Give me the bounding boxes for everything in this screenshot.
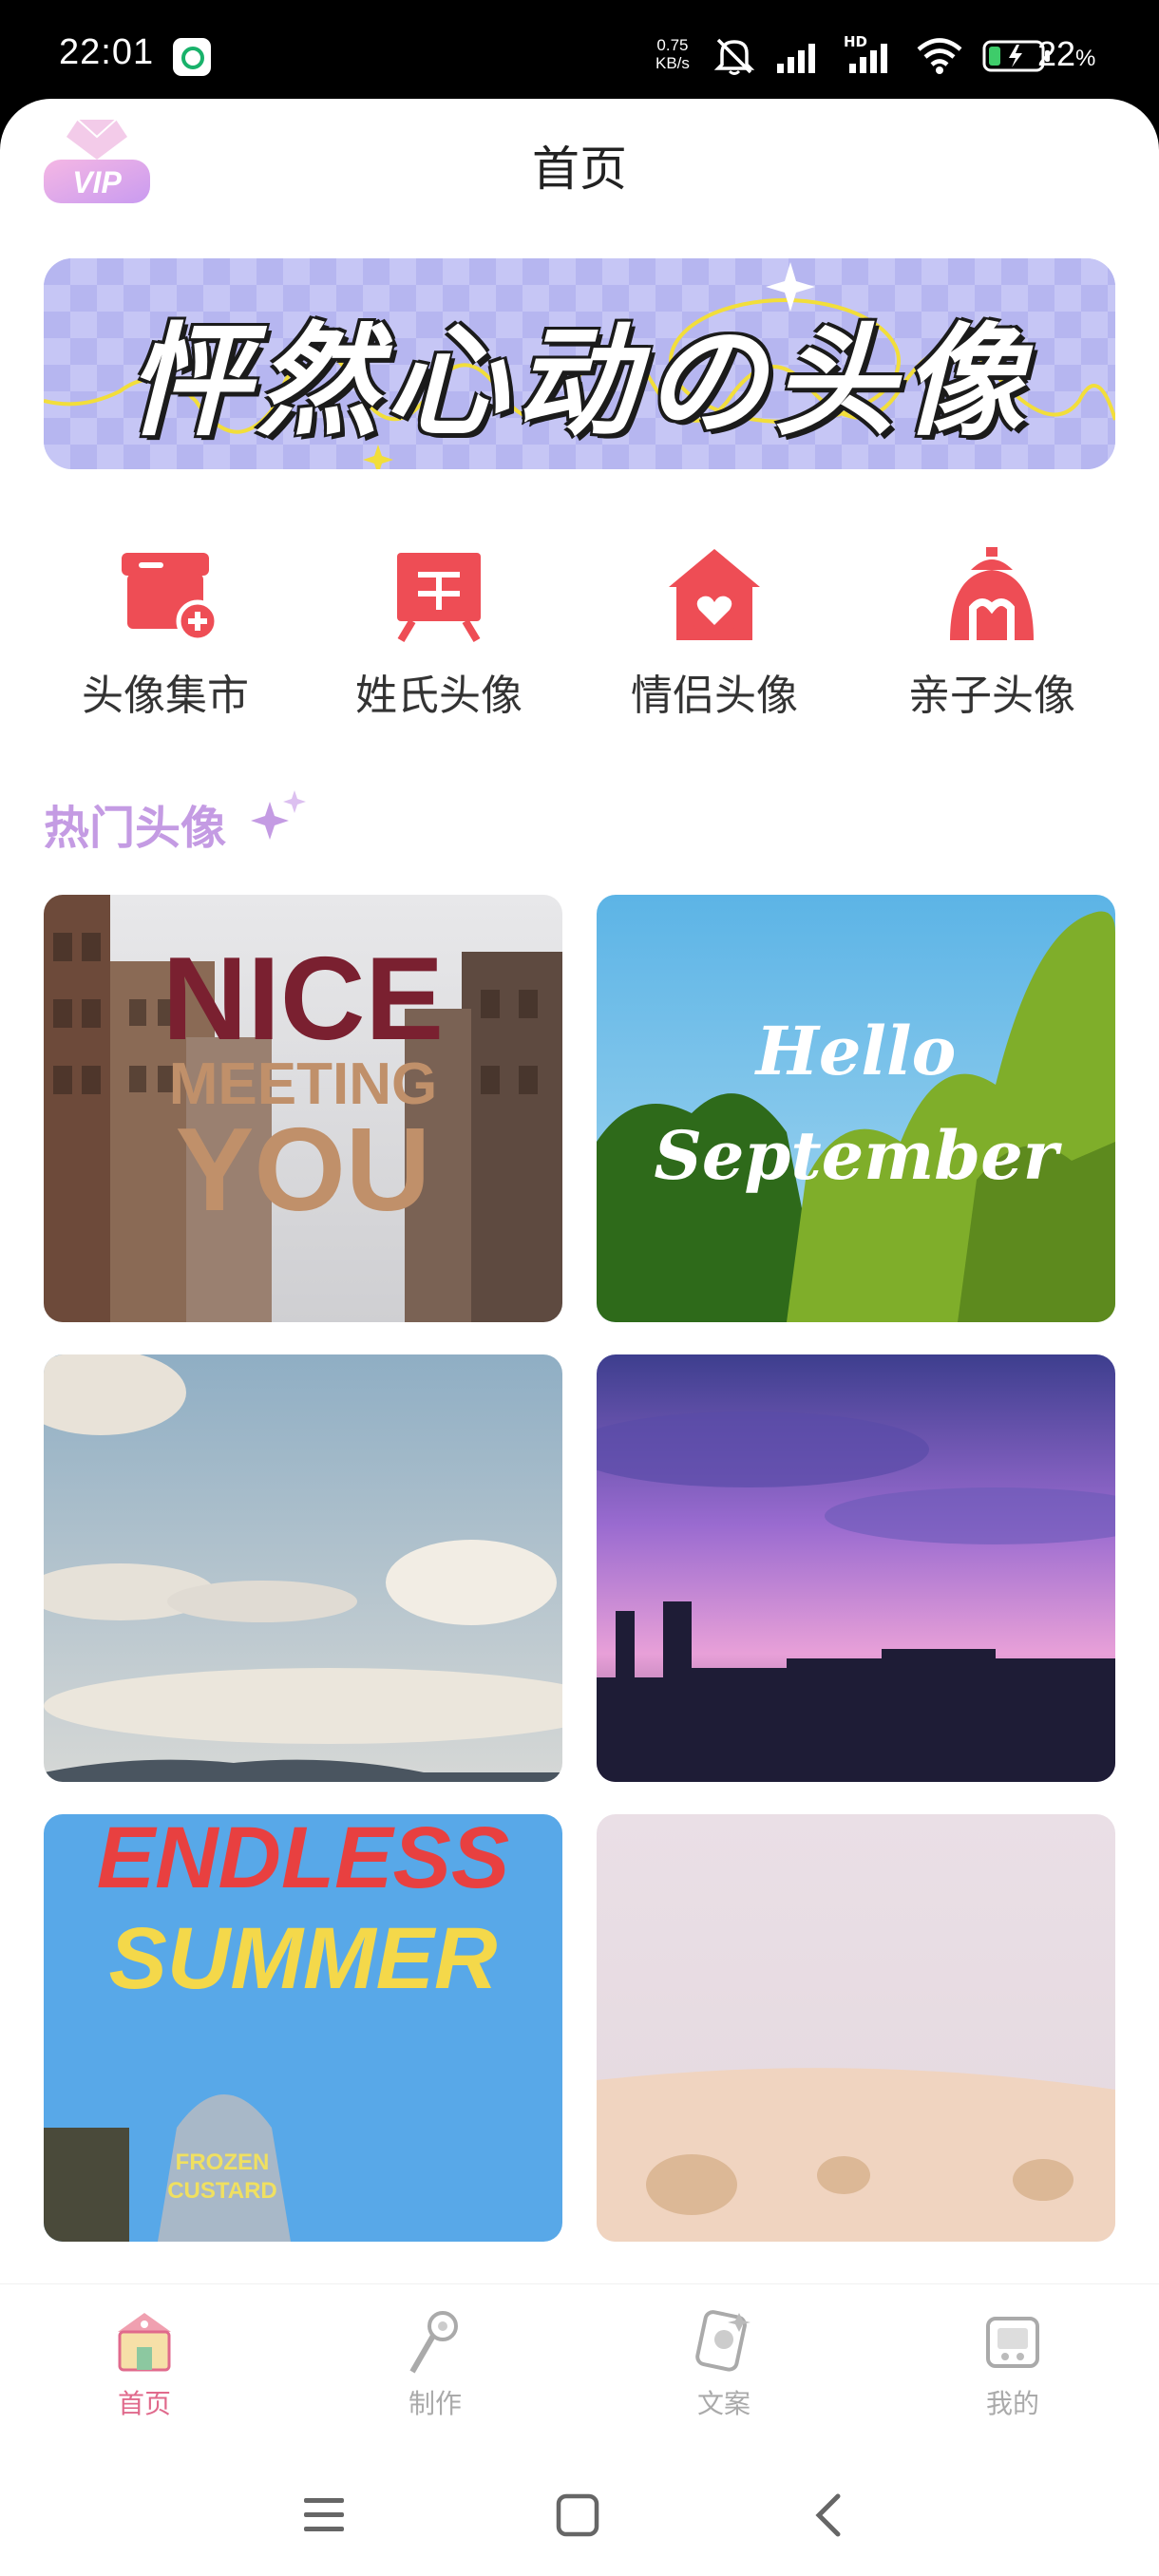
avatar-tile[interactable] xyxy=(44,1354,562,1782)
category-family-avatar[interactable]: 亲子头像 xyxy=(868,545,1115,735)
home-castle-icon xyxy=(118,2313,171,2372)
bottom-tab-bar: 首页 制作 文案 我的 xyxy=(0,2283,1159,2464)
tab-create[interactable]: 制作 xyxy=(340,2305,530,2421)
magic-wand-icon xyxy=(409,2311,458,2374)
app-screen: VIP 首页 怦然心动の头像 头像集市 姓氏头像 情侣头像 亲子头像 热门头像 … xyxy=(0,99,1159,2576)
tile-sign-line: FROZEN xyxy=(175,2150,270,2175)
tile-sign-line: CUSTARD xyxy=(167,2178,277,2204)
profile-device-icon xyxy=(986,2317,1039,2368)
avatar-tile[interactable] xyxy=(597,1814,1115,2242)
category-surname-avatar[interactable]: 姓氏头像 xyxy=(315,545,562,735)
tile-text-line: YOU xyxy=(175,1105,431,1236)
menu-icon[interactable] xyxy=(300,2494,348,2536)
system-nav-bar xyxy=(0,2464,1159,2576)
status-time: 22:01 xyxy=(59,32,155,72)
tile-text: Hello September xyxy=(597,1009,1115,1199)
sparkle-icon xyxy=(251,790,306,840)
category-label: 亲子头像 xyxy=(908,672,1075,720)
category-row: 头像集市 姓氏头像 情侣头像 亲子头像 xyxy=(0,545,1159,735)
tile-text-line: Hello xyxy=(755,1012,957,1090)
tab-copywriting[interactable]: 文案 xyxy=(629,2305,819,2421)
tab-home[interactable]: 首页 xyxy=(49,2305,239,2421)
surname-sign-icon xyxy=(397,553,481,643)
purple-sunset-image xyxy=(597,1354,1115,1782)
battery-percent-unit: % xyxy=(1075,46,1096,71)
battery-percent-value: 22 xyxy=(1037,34,1076,73)
tab-label: 文案 xyxy=(696,2388,750,2419)
tile-text-line: ENDLESS xyxy=(96,1814,510,1906)
tab-mine[interactable]: 我的 xyxy=(918,2305,1108,2421)
tile-text-line: September xyxy=(654,1116,1058,1195)
page-title: 首页 xyxy=(532,142,627,197)
tile-text: ENDLESS SUMMER xyxy=(44,1814,562,2006)
heart-house-icon xyxy=(669,549,760,640)
tab-label: 制作 xyxy=(408,2388,462,2419)
tab-label: 首页 xyxy=(117,2388,171,2419)
hay-field-image xyxy=(597,1814,1115,2242)
mute-bell-icon xyxy=(713,38,755,75)
status-bar: 22:01 0.75 KB/s HD 22% xyxy=(0,0,1159,104)
tile-text-line: NICE xyxy=(162,934,445,1065)
tile-text-line: SUMMER xyxy=(108,1910,498,2007)
avatar-tile[interactable] xyxy=(597,1354,1115,1782)
market-stall-icon xyxy=(122,553,215,643)
category-avatar-market[interactable]: 头像集市 xyxy=(42,545,289,735)
category-label: 情侣头像 xyxy=(631,672,798,720)
promo-banner[interactable]: 怦然心动の头像 xyxy=(44,258,1115,469)
wifi-icon xyxy=(917,38,962,74)
copy-card-icon xyxy=(695,2310,750,2372)
avatar-tile[interactable]: Hello September xyxy=(597,895,1115,1322)
category-label: 姓氏头像 xyxy=(355,672,522,720)
family-dome-icon xyxy=(950,547,1034,640)
cloudy-sky-image xyxy=(44,1354,562,1782)
avatar-tile[interactable]: ENDLESS SUMMER FROZEN CUSTARD xyxy=(44,1814,562,2242)
tile-text: NICE MEETING YOU xyxy=(44,934,562,1236)
notification-app-icon xyxy=(173,38,211,76)
avatar-tile[interactable]: NICE MEETING YOU xyxy=(44,895,562,1322)
banner-title: 怦然心动の头像 xyxy=(126,312,1032,453)
network-speed-unit: KB/s xyxy=(656,54,690,72)
back-icon[interactable] xyxy=(809,2492,847,2538)
hot-section-title: 热门头像 xyxy=(44,802,227,855)
category-couple-avatar[interactable]: 情侣头像 xyxy=(591,545,838,735)
network-speed-value: 0.75 xyxy=(656,36,689,54)
network-speed: 0.75 KB/s xyxy=(656,36,690,72)
battery-percent: 22% xyxy=(1037,34,1095,74)
status-icons: HD xyxy=(712,33,1053,78)
signal-hd-icon: HD xyxy=(844,33,897,77)
tab-label: 我的 xyxy=(985,2388,1039,2419)
category-label: 头像集市 xyxy=(82,672,249,720)
tile-sign: FROZEN CUSTARD xyxy=(146,2149,298,2206)
signal-icon xyxy=(777,44,815,73)
home-square-icon[interactable] xyxy=(555,2492,600,2538)
